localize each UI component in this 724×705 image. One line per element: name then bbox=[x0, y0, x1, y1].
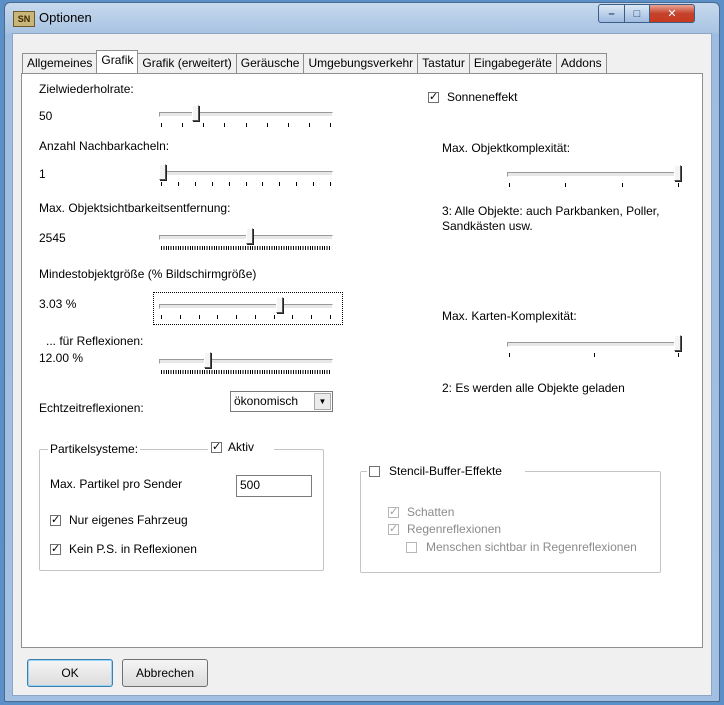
tab-geraeusche[interactable]: Geräusche bbox=[235, 53, 305, 73]
no-ps-reflections-checkbox[interactable]: ✓ bbox=[50, 544, 61, 555]
object-distance-value: 2545 bbox=[39, 231, 66, 245]
map-complexity-label: Max. Karten-Komplexität: bbox=[442, 309, 577, 323]
grafik-panel: Zielwiederholrate: 50 Anzahl Nachbarkach… bbox=[21, 73, 703, 648]
realtime-reflections-select[interactable]: ökonomisch ▼ bbox=[230, 391, 333, 412]
app-icon: SN bbox=[13, 11, 35, 27]
ok-button[interactable]: OK bbox=[27, 659, 113, 687]
slider-thumb[interactable] bbox=[204, 352, 211, 368]
shadows-label: Schatten bbox=[407, 505, 455, 519]
rain-reflections-checkbox[interactable]: ✓ bbox=[388, 524, 399, 535]
no-ps-reflections-label: Kein P.S. in Reflexionen bbox=[69, 542, 197, 556]
realtime-reflections-label: Echtzeitreflexionen: bbox=[39, 401, 144, 415]
frame-rate-slider[interactable] bbox=[159, 104, 333, 127]
min-object-size-label: Mindestobjektgröße (% Bildschirmgröße) bbox=[39, 267, 257, 281]
sun-effect-label: Sonneneffekt bbox=[447, 90, 518, 104]
object-complexity-label: Max. Objektkomplexität: bbox=[442, 141, 571, 155]
maximize-button[interactable]: □ bbox=[624, 4, 650, 23]
map-complexity-description: 2: Es werden alle Objekte geladen bbox=[442, 381, 625, 395]
tab-tastatur[interactable]: Tastatur bbox=[417, 53, 470, 73]
slider-thumb[interactable] bbox=[246, 228, 253, 244]
map-complexity-slider[interactable] bbox=[507, 334, 681, 357]
stencil-label: Stencil-Buffer-Effekte bbox=[389, 464, 502, 478]
stencil-group bbox=[360, 471, 661, 573]
object-distance-slider[interactable] bbox=[159, 227, 333, 250]
tab-strip: Allgemeines Grafik Grafik (erweitert) Ge… bbox=[22, 50, 607, 73]
particles-active-wrap: ✓ Aktiv bbox=[208, 440, 274, 455]
max-particles-input[interactable]: 500 bbox=[236, 475, 312, 497]
slider-thumb[interactable] bbox=[159, 164, 166, 180]
people-rain-checkbox[interactable] bbox=[406, 542, 417, 553]
close-button[interactable]: ✕ bbox=[649, 4, 695, 23]
chevron-down-icon[interactable]: ▼ bbox=[314, 393, 331, 410]
options-window: SN Optionen – □ ✕ Allgemeines Grafik Gra… bbox=[4, 2, 720, 702]
realtime-reflections-value: ökonomisch bbox=[234, 394, 299, 408]
particles-active-checkbox[interactable]: ✓ bbox=[211, 442, 222, 453]
slider-thumb[interactable] bbox=[674, 335, 681, 351]
reflections-value: 12.00 % bbox=[39, 351, 84, 365]
min-object-size-slider[interactable] bbox=[159, 296, 333, 319]
min-object-size-value: 3.03 % bbox=[39, 297, 77, 311]
neighbor-tiles-slider[interactable] bbox=[159, 163, 333, 186]
neighbor-tiles-value: 1 bbox=[39, 167, 46, 181]
stencil-checkbox[interactable] bbox=[369, 466, 380, 477]
tab-grafik-erweitert[interactable]: Grafik (erweitert) bbox=[137, 53, 237, 73]
title-bar[interactable]: SN Optionen – □ ✕ bbox=[5, 3, 719, 33]
slider-thumb[interactable] bbox=[276, 297, 283, 313]
minimize-icon: – bbox=[608, 7, 615, 20]
window-title: Optionen bbox=[39, 10, 92, 25]
cancel-button[interactable]: Abbrechen bbox=[122, 659, 208, 687]
object-complexity-slider[interactable] bbox=[507, 164, 681, 187]
frame-rate-value: 50 bbox=[39, 109, 53, 123]
reflections-slider[interactable] bbox=[159, 351, 333, 374]
particles-group-label: Partikelsysteme: bbox=[48, 442, 141, 456]
minimize-button[interactable]: – bbox=[598, 4, 625, 23]
neighbor-tiles-label: Anzahl Nachbarkacheln: bbox=[39, 139, 170, 153]
own-vehicle-label: Nur eigenes Fahrzeug bbox=[69, 513, 188, 527]
rain-reflections-label: Regenreflexionen bbox=[407, 522, 502, 536]
tab-umgebungsverkehr[interactable]: Umgebungsverkehr bbox=[303, 53, 419, 73]
sun-effect-checkbox[interactable]: ✓ bbox=[428, 92, 439, 103]
frame-rate-label: Zielwiederholrate: bbox=[39, 82, 134, 96]
max-particles-label: Max. Partikel pro Sender bbox=[50, 477, 183, 491]
object-distance-label: Max. Objektsichtbarkeitsentfernung: bbox=[39, 201, 231, 215]
close-icon: ✕ bbox=[667, 8, 677, 20]
tab-allgemeines[interactable]: Allgemeines bbox=[22, 53, 98, 73]
dialog-body: Allgemeines Grafik Grafik (erweitert) Ge… bbox=[12, 33, 712, 696]
shadows-checkbox[interactable]: ✓ bbox=[388, 507, 399, 518]
slider-thumb[interactable] bbox=[674, 165, 681, 181]
slider-thumb[interactable] bbox=[192, 105, 199, 121]
tab-addons[interactable]: Addons bbox=[555, 53, 607, 73]
tab-grafik[interactable]: Grafik bbox=[96, 50, 139, 73]
maximize-icon: □ bbox=[633, 7, 641, 20]
own-vehicle-checkbox[interactable]: ✓ bbox=[50, 515, 61, 526]
object-complexity-description: 3: Alle Objekte: auch Parkbanken, Poller… bbox=[442, 204, 660, 233]
tab-eingabegeraete[interactable]: Eingabegeräte bbox=[468, 53, 557, 73]
reflections-label: ... für Reflexionen: bbox=[46, 334, 144, 348]
particles-active-label: Aktiv bbox=[228, 440, 255, 454]
stencil-wrap: Stencil-Buffer-Effekte bbox=[367, 464, 525, 480]
people-rain-label: Menschen sichtbar in Regenreflexionen bbox=[426, 540, 637, 554]
